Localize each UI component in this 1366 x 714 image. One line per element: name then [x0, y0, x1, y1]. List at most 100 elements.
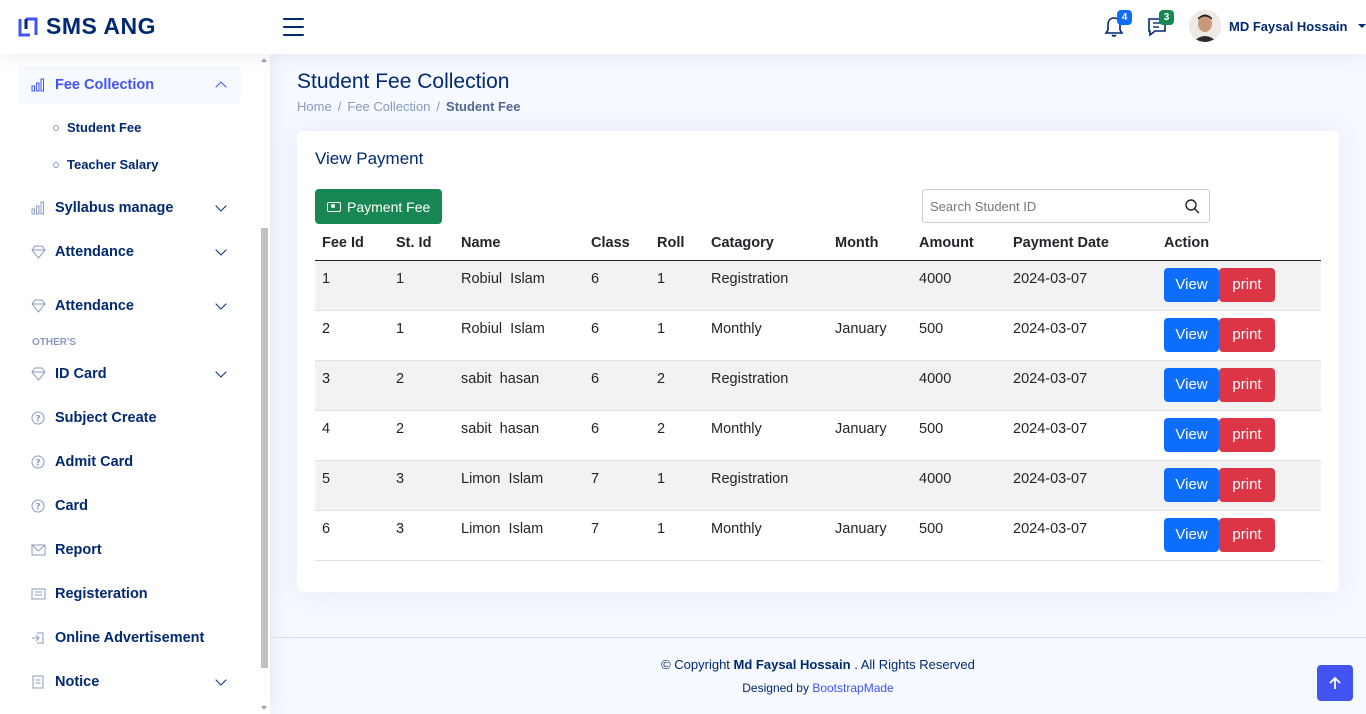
view-button[interactable]: View: [1164, 367, 1219, 402]
table-cell: January: [828, 410, 912, 461]
card-title: View Payment: [315, 149, 424, 168]
sidebar-item-admit-card[interactable]: ? Admit Card: [18, 443, 241, 481]
view-button[interactable]: View: [1164, 267, 1219, 302]
logo[interactable]: SMS ANG: [18, 13, 156, 40]
sidebar-item-id-card[interactable]: ID Card: [18, 355, 241, 393]
search-input[interactable]: [923, 191, 1175, 221]
box-arrow-in-icon: [30, 630, 46, 646]
sidebar-item-label: Subject Create: [55, 410, 157, 426]
sidebar-item-label: Notice: [55, 674, 100, 690]
question-circle-icon: ?: [30, 454, 46, 470]
print-button[interactable]: print: [1219, 417, 1275, 452]
sidebar-item-online-advertisement[interactable]: Online Advertisement: [18, 619, 241, 657]
sidebar-item-attendance[interactable]: Attendance: [18, 233, 241, 271]
footer: © Copyright Md Faysal Hossain . All Righ…: [270, 637, 1366, 714]
table-row: 4 2 sabit hasan 6 2 Monthly January 500 2024-03-…: [315, 410, 1321, 461]
scroll-down-icon[interactable]: [261, 706, 267, 710]
sidebar-item-label: Online Advertisement: [55, 630, 205, 646]
search-button[interactable]: [1175, 190, 1209, 222]
profile-menu[interactable]: MD Faysal Hossain: [1189, 10, 1366, 42]
action-cell: View print: [1157, 410, 1321, 461]
notifications-button[interactable]: 4: [1104, 10, 1132, 38]
sidebar-subitem-teacher-salary[interactable]: Teacher Salary: [53, 157, 159, 172]
table-cell: Robiul Islam: [454, 260, 584, 311]
table-cell: 2: [315, 310, 389, 361]
scroll-up-icon[interactable]: [261, 58, 267, 62]
table-row: 3 2 sabit hasan 6 2 Registration 4000 2024-03-0…: [315, 360, 1321, 411]
table-cell: Limon Islam: [454, 510, 584, 561]
table-cell: Registration: [704, 360, 828, 411]
table-cell: Registration: [704, 460, 828, 511]
sidebar-subitem-student-fee[interactable]: Student Fee: [53, 120, 141, 135]
bar-chart-icon: [30, 200, 46, 216]
table-cell: [828, 260, 912, 311]
sidebar-item-attendance-2[interactable]: Attendance: [18, 287, 241, 325]
chevron-down-icon: [215, 298, 227, 310]
print-button[interactable]: print: [1219, 467, 1275, 502]
sidebar-item-notice[interactable]: Notice: [18, 663, 241, 701]
search-icon: [1184, 198, 1199, 213]
table-cell: 2024-03-07: [1006, 410, 1157, 461]
column-header: Fee Id: [315, 226, 389, 261]
table-cell: 2: [389, 410, 454, 461]
sidebar-item-report[interactable]: Report: [18, 531, 241, 569]
breadcrumb-home[interactable]: Home: [297, 99, 332, 114]
view-button[interactable]: View: [1164, 467, 1219, 502]
table-cell: 500: [912, 510, 1006, 561]
view-button[interactable]: View: [1164, 417, 1219, 452]
scrollbar-thumb[interactable]: [261, 228, 268, 668]
payments-table: Fee Id St. Id Name Class Roll Catagory M…: [315, 226, 1321, 561]
payment-fee-button[interactable]: Payment Fee: [315, 189, 443, 224]
notifications-badge: 4: [1117, 10, 1132, 25]
sidebar-item-subject-create[interactable]: ? Subject Create: [18, 399, 241, 437]
svg-text:?: ?: [35, 503, 40, 513]
action-cell: View print: [1157, 460, 1321, 511]
sidebar-subitem-label: Teacher Salary: [67, 157, 159, 172]
print-button[interactable]: print: [1219, 367, 1275, 402]
gem-icon: [30, 244, 46, 260]
sidebar-item-card[interactable]: ? Card: [18, 487, 241, 525]
payment-card: View Payment Payment Fee Fee Id St. Id N…: [297, 131, 1339, 592]
question-circle-icon: ?: [30, 410, 46, 426]
table-cell: 2: [389, 360, 454, 411]
designer-link[interactable]: BootstrapMade: [812, 681, 893, 695]
table-cell: 2024-03-07: [1006, 510, 1157, 561]
chevron-down-icon: [215, 200, 227, 212]
circle-icon: [53, 124, 59, 131]
envelope-icon: [30, 542, 46, 558]
view-button[interactable]: View: [1164, 517, 1219, 552]
sidebar-item-syllabus[interactable]: Syllabus manage: [18, 189, 241, 227]
table-cell: 7: [584, 460, 650, 511]
breadcrumb-fee-collection[interactable]: Fee Collection: [347, 99, 430, 114]
table-row: 1 1 Robiul Islam 6 1 Registration 4000 2024-03-…: [315, 260, 1321, 311]
sidebar-item-registration[interactable]: Registeration: [18, 575, 241, 613]
messages-button[interactable]: 3: [1146, 10, 1174, 38]
copyright: © Copyright Md Faysal Hossain . All Righ…: [270, 657, 1366, 672]
back-to-top-button[interactable]: [1317, 665, 1353, 701]
chevron-down-icon: [215, 674, 227, 686]
table-cell: 1: [650, 510, 704, 561]
view-button[interactable]: View: [1164, 317, 1219, 352]
print-button[interactable]: print: [1219, 267, 1275, 302]
action-cell: View print: [1157, 310, 1321, 361]
table-cell: 4000: [912, 260, 1006, 311]
table-row: 6 3 Limon Islam 7 1 Monthly January 500 2024-03-…: [315, 510, 1321, 561]
column-header: Action: [1157, 226, 1321, 261]
sidebar-item-fee-collection[interactable]: Fee Collection: [18, 66, 241, 104]
sidebar-item-label: Card: [55, 498, 89, 514]
table-cell: 1: [650, 310, 704, 361]
column-header: Amount: [912, 226, 1006, 261]
table-cell: January: [828, 510, 912, 561]
print-button[interactable]: print: [1219, 517, 1275, 552]
gem-icon: [30, 366, 46, 382]
table-cell: 2024-03-07: [1006, 260, 1157, 311]
table-cell: 1: [389, 310, 454, 361]
action-cell: View print: [1157, 260, 1321, 311]
journal-text-icon: [30, 674, 46, 690]
sidebar-subitem-label: Student Fee: [67, 120, 142, 135]
sidebar-toggle-button[interactable]: [283, 18, 304, 36]
print-button[interactable]: print: [1219, 317, 1275, 352]
table-cell: 1: [650, 460, 704, 511]
table-cell: 3: [315, 360, 389, 411]
table-cell: 6: [584, 260, 650, 311]
